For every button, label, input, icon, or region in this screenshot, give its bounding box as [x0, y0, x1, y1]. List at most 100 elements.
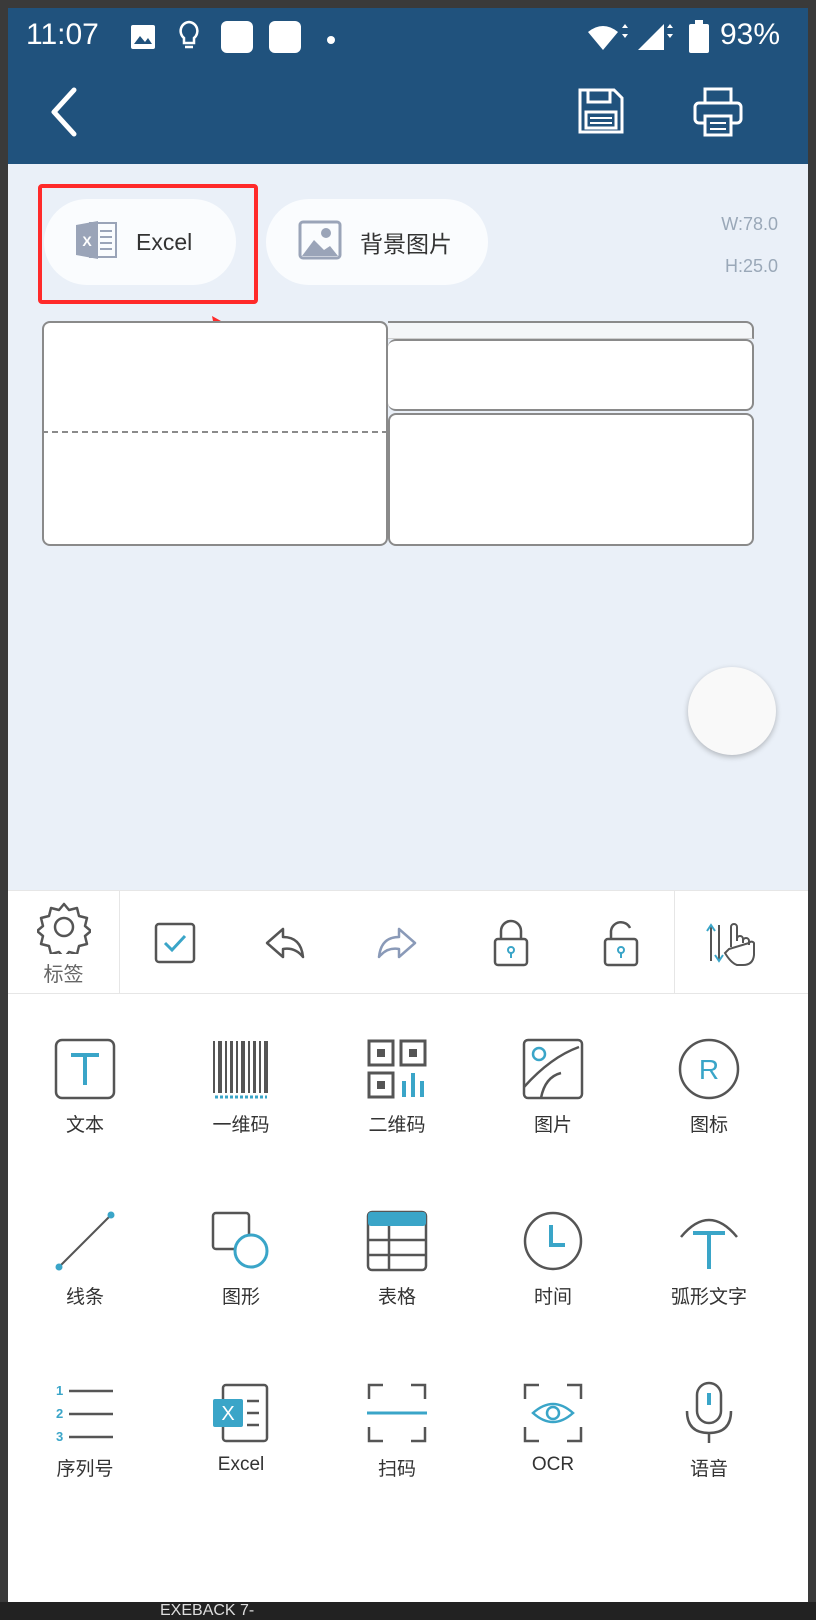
tool-shape-label: 图形: [221, 1287, 260, 1308]
tool-line[interactable]: 线条: [10, 1206, 160, 1326]
line-icon: [55, 1211, 115, 1271]
app-notification-icon: [220, 20, 254, 59]
tool-voice-label: 语音: [689, 1459, 728, 1480]
serial-number-icon: 1 2 3: [56, 1383, 113, 1444]
label-top-strip: [388, 321, 754, 339]
tool-excel-label: Excel: [217, 1454, 265, 1475]
move-layer-button[interactable]: [674, 891, 784, 995]
battery-icon: [688, 20, 710, 59]
save-icon: [578, 88, 624, 134]
ocr-icon: [523, 1383, 583, 1443]
svg-text:X: X: [221, 1403, 234, 1425]
label-cell-bottom-left[interactable]: [42, 431, 388, 546]
gallery-notification-icon: [130, 24, 156, 55]
excel-icon: X: [213, 1383, 269, 1443]
printer-icon: [693, 87, 743, 137]
tool-serial-number[interactable]: 1 2 3 序列号: [10, 1378, 160, 1498]
tool-symbol[interactable]: R 图标: [634, 1034, 784, 1154]
svg-text:R: R: [699, 1054, 719, 1085]
scan-icon: [367, 1383, 427, 1443]
save-button[interactable]: [576, 86, 626, 141]
tool-table[interactable]: 表格: [322, 1206, 472, 1326]
more-notifications-dot-icon: [326, 32, 336, 50]
signal-icon: [636, 22, 674, 57]
label-canvas-area: X Excel 背景图片 W:78.0 H:25.0: [8, 164, 808, 890]
back-arrow-icon: [51, 87, 77, 137]
unlock-icon: [603, 921, 639, 967]
element-tool-grid: 文本 一维码 二维码 图片 R 图标 线条 图形 表格 时间 弧形文字 1 2 …: [8, 994, 808, 1604]
image-icon: [522, 1038, 584, 1100]
table-icon: [366, 1210, 428, 1272]
status-bar: 11:07 93%: [8, 8, 808, 68]
barcode-icon: [213, 1041, 268, 1099]
arc-text-icon: [680, 1218, 738, 1269]
tool-ocr[interactable]: OCR: [478, 1378, 628, 1498]
qrcode-icon: [367, 1039, 427, 1099]
label-settings-button[interactable]: 标签: [8, 891, 120, 995]
floating-action-button[interactable]: [688, 667, 776, 755]
tool-serial-number-label: 序列号: [56, 1459, 114, 1480]
checkbox-icon: [154, 922, 196, 964]
tool-voice[interactable]: 语音: [634, 1378, 784, 1498]
app-screen: 11:07 93% X Excel 背景图片 W:78.0 H:25.0 标签 …: [8, 8, 808, 1604]
undo-icon: [265, 927, 305, 959]
tool-arc-text-label: 弧形文字: [670, 1287, 747, 1308]
highlight-box: [38, 184, 258, 304]
tool-shape[interactable]: 图形: [166, 1206, 316, 1326]
background-image-button[interactable]: 背景图片: [266, 199, 488, 285]
label-template[interactable]: [42, 321, 754, 546]
label-settings-text: 标签: [43, 963, 84, 986]
print-button[interactable]: [692, 86, 744, 143]
select-button[interactable]: [138, 891, 212, 995]
tool-line-label: 线条: [65, 1287, 104, 1308]
tool-text[interactable]: 文本: [10, 1034, 160, 1154]
unlock-button[interactable]: [584, 891, 658, 995]
text-icon: [54, 1038, 116, 1100]
tool-scan[interactable]: 扫码: [322, 1378, 472, 1498]
gear-icon: [36, 902, 91, 954]
wifi-icon: [586, 22, 628, 57]
app-header: 11:07 93%: [8, 8, 808, 164]
background-button-label: 背景图片: [360, 231, 452, 257]
tool-scan-label: 扫码: [377, 1459, 416, 1480]
redo-button[interactable]: [360, 891, 434, 995]
registered-icon: R: [678, 1038, 740, 1100]
tool-qrcode-label: 二维码: [368, 1115, 426, 1136]
tool-barcode-label: 一维码: [212, 1115, 270, 1136]
status-time: 11:07: [26, 18, 99, 51]
label-cell-top-left[interactable]: [42, 321, 388, 431]
svg-text:1: 1: [56, 1383, 63, 1398]
tool-qrcode[interactable]: 二维码: [322, 1034, 472, 1154]
clock-icon: [523, 1211, 583, 1271]
tool-excel[interactable]: X Excel: [166, 1378, 316, 1498]
tool-text-label: 文本: [65, 1115, 104, 1136]
tool-table-label: 表格: [377, 1287, 416, 1308]
lightbulb-notification-icon: [178, 20, 200, 59]
lock-button[interactable]: [474, 891, 548, 995]
redo-icon: [377, 927, 417, 959]
tool-ocr-label: OCR: [531, 1454, 575, 1475]
microphone-icon: [685, 1381, 733, 1443]
tool-time[interactable]: 时间: [478, 1206, 628, 1326]
tool-barcode[interactable]: 一维码: [166, 1034, 316, 1154]
svg-text:2: 2: [56, 1406, 63, 1421]
tool-image[interactable]: 图片: [478, 1034, 628, 1154]
edit-toolbar: 标签: [8, 890, 808, 995]
tool-image-label: 图片: [533, 1115, 572, 1136]
back-button[interactable]: [44, 84, 84, 145]
undo-button[interactable]: [248, 891, 322, 995]
battery-percentage: 93%: [720, 18, 781, 51]
width-readout: W:78.0: [721, 214, 778, 234]
label-cell-top-right[interactable]: [388, 339, 754, 411]
app-notification-icon-2: [268, 20, 302, 59]
label-cell-bottom-right[interactable]: [388, 413, 754, 546]
tool-time-label: 时间: [533, 1287, 572, 1308]
svg-text:3: 3: [56, 1429, 63, 1444]
touch-move-icon: [705, 923, 755, 966]
lock-icon: [493, 919, 529, 967]
tool-symbol-label: 图标: [689, 1115, 728, 1136]
shape-icon: [211, 1211, 269, 1269]
tool-arc-text[interactable]: 弧形文字: [634, 1206, 784, 1326]
picture-icon: [298, 220, 342, 265]
bottom-caption: EXEBACK 7-: [0, 1602, 816, 1620]
